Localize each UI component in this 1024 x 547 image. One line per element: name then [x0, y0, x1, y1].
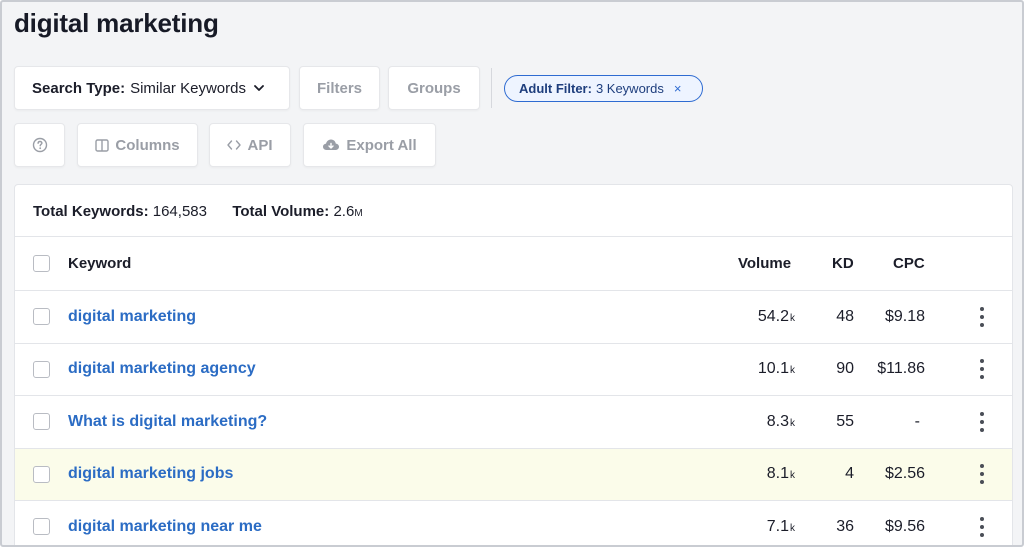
keyword-link[interactable]: digital marketing [68, 308, 196, 326]
more-vertical-icon[interactable] [975, 359, 989, 379]
question-circle-icon [32, 137, 48, 153]
volume-cell: 8.1k [767, 465, 795, 483]
table-row: digital marketing 54.2k 48 $9.18 [15, 291, 1012, 343]
table-header: Keyword Volume KD CPC [15, 237, 1012, 290]
table-row: What is digital marketing? 8.3k 55 - [15, 396, 1012, 448]
toolbar-divider [491, 68, 492, 108]
totals-summary: Total Keywords: 164,583 Total Volume: 2.… [33, 203, 363, 220]
export-all-button[interactable]: Export All [303, 123, 436, 167]
volume-cell: 8.3k [767, 413, 795, 431]
kd-cell: 90 [836, 360, 854, 377]
api-label: API [247, 136, 273, 154]
api-button[interactable]: API [209, 123, 291, 167]
volume-unit: k [790, 313, 795, 324]
groups-button[interactable]: Groups [388, 66, 480, 110]
row-checkbox[interactable] [33, 308, 50, 325]
kd-cell: 36 [836, 518, 854, 535]
chevron-down-icon [253, 82, 265, 94]
row-checkbox[interactable] [33, 466, 50, 483]
volume-value: 8.3 [766, 413, 789, 430]
volume-value: 8.1 [766, 465, 789, 482]
select-all-checkbox[interactable] [33, 255, 50, 272]
adult-filter-chip[interactable]: Adult Filter: 3 Keywords × [504, 75, 703, 102]
columns-icon [95, 138, 110, 152]
keyword-link[interactable]: What is digital marketing? [68, 413, 267, 431]
row-checkbox[interactable] [33, 361, 50, 378]
code-brackets-icon [227, 139, 242, 151]
table-row: digital marketing near me 7.1k 36 $9.56 [15, 501, 1012, 545]
kd-cell: 48 [836, 308, 854, 325]
filters-button[interactable]: Filters [299, 66, 380, 110]
total-keywords-label: Total Keywords: [33, 203, 149, 220]
search-type-dropdown[interactable]: Search Type: Similar Keywords [14, 66, 290, 110]
columns-label: Columns [115, 136, 180, 154]
column-header-volume[interactable]: Volume [738, 255, 791, 272]
volume-cell: 7.1k [767, 518, 795, 536]
cloud-download-icon [322, 138, 340, 152]
keywords-table-card: Total Keywords: 164,583 Total Volume: 2.… [14, 184, 1013, 545]
help-button[interactable] [14, 123, 65, 167]
more-vertical-icon[interactable] [975, 307, 989, 327]
column-header-keyword[interactable]: Keyword [68, 255, 131, 272]
table-row: digital marketing jobs 8.1k 4 $2.56 [15, 449, 1012, 500]
adult-filter-value: 3 Keywords [595, 81, 664, 96]
keyword-link[interactable]: digital marketing jobs [68, 465, 233, 483]
volume-unit: k [790, 418, 795, 429]
total-keywords-value: 164,583 [152, 203, 207, 220]
app-window: digital marketing Search Type: Similar K… [0, 0, 1024, 547]
total-volume-unit: M [354, 208, 363, 219]
kd-cell: 55 [836, 413, 854, 430]
column-header-kd[interactable]: KD [832, 255, 854, 272]
more-vertical-icon[interactable] [975, 412, 989, 432]
keyword-link[interactable]: digital marketing near me [68, 518, 262, 536]
volume-cell: 54.2k [758, 308, 795, 326]
cpc-cell: $2.56 [884, 465, 925, 482]
row-checkbox[interactable] [33, 518, 50, 535]
row-checkbox[interactable] [33, 413, 50, 430]
volume-unit: k [790, 365, 795, 376]
cpc-cell: - [914, 413, 920, 430]
kd-cell: 4 [845, 465, 854, 482]
export-all-label: Export All [346, 136, 417, 154]
keyword-link[interactable]: digital marketing agency [68, 360, 256, 378]
search-type-label: Search Type: [32, 79, 126, 97]
volume-value: 54.2 [757, 308, 789, 325]
cpc-cell: $9.18 [884, 308, 925, 325]
total-volume-label: Total Volume: [232, 203, 330, 220]
columns-button[interactable]: Columns [77, 123, 198, 167]
close-icon[interactable]: × [674, 81, 682, 96]
volume-value: 7.1 [766, 518, 789, 535]
volume-unit: k [790, 523, 795, 534]
volume-value: 10.1 [757, 360, 789, 377]
column-header-cpc[interactable]: CPC [893, 255, 925, 272]
more-vertical-icon[interactable] [975, 517, 989, 537]
page-title: digital marketing [14, 8, 219, 38]
search-type-value: Similar Keywords [130, 79, 246, 97]
volume-cell: 10.1k [758, 360, 795, 378]
adult-filter-label: Adult Filter: [519, 81, 592, 96]
volume-unit: k [790, 470, 795, 481]
cpc-cell: $11.86 [877, 360, 925, 377]
cpc-cell: $9.56 [884, 518, 925, 535]
more-vertical-icon[interactable] [975, 464, 989, 484]
table-row: digital marketing agency 10.1k 90 $11.86 [15, 344, 1012, 395]
total-volume-value: 2.6 [333, 203, 355, 220]
